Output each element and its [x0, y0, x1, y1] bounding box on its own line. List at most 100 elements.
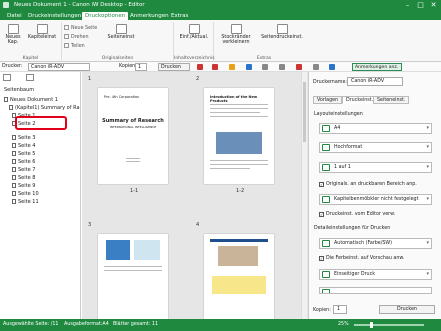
tree-page-10[interactable]: Seite 10 [12, 191, 39, 197]
chevron-down-icon: ▾ [426, 144, 429, 150]
chapter-settings-button[interactable]: Kapiteleinst [26, 24, 58, 40]
tree-page-9[interactable]: Seite 9 [12, 183, 35, 189]
show-annotations-button[interactable]: Anmerkungen anz. [352, 63, 402, 71]
fit-printable-area-checkbox[interactable]: ✓ Originals. an druckbaren Bereich anp. [319, 182, 417, 187]
split-button[interactable]: Teilen [64, 43, 85, 49]
window-title: Neues Dokument 1 - Canon iW Desktop - Ed… [14, 2, 145, 8]
new-chapter-button[interactable]: Neues Kap. [2, 24, 24, 45]
paste-icon[interactable] [279, 64, 285, 70]
tree-tab-icon[interactable] [3, 74, 11, 81]
tab-druckoptionen[interactable]: Druckoptionen [82, 12, 129, 20]
rotate-icon [64, 34, 69, 39]
nup-dropdown[interactable]: 1 auf 1 ▾ [319, 162, 432, 173]
toc-icon [188, 24, 200, 34]
folder-icon[interactable] [229, 64, 235, 70]
tree-page-4[interactable]: Seite 4 [12, 143, 35, 149]
tab-druckeinstellungen[interactable]: Druckeinstellungen [25, 12, 84, 20]
copy-icon[interactable] [262, 64, 268, 70]
tree-page-6[interactable]: Seite 6 [12, 159, 35, 165]
page-thumbnail-3[interactable] [98, 234, 168, 319]
zoom-slider-thumb[interactable] [370, 322, 373, 328]
checkbox-icon: ✓ [319, 212, 324, 217]
zoom-slider[interactable] [354, 324, 424, 326]
pin-icon[interactable] [26, 74, 34, 81]
close-button[interactable]: ✕ [427, 0, 440, 11]
rotate-button[interactable]: Drehen [64, 34, 89, 40]
zoom-icon[interactable] [313, 64, 319, 70]
tree-page-5[interactable]: Seite 5 [12, 151, 35, 157]
page-icon [12, 167, 16, 172]
new-page-button[interactable]: Neue Seite [64, 25, 97, 31]
preview-scrollbar[interactable] [301, 72, 307, 319]
checkbox-icon: ✓ [319, 182, 324, 187]
page-thumbnail-2[interactable]: Introduction of the New Products [204, 88, 274, 184]
tab-anmerkungen[interactable]: Anmerkungen [127, 12, 172, 20]
tree-page-8[interactable]: Seite 8 [12, 175, 35, 181]
chevron-down-icon: ▾ [426, 196, 429, 202]
print-button-panel[interactable]: Drucken [379, 305, 435, 314]
chart-image [134, 240, 160, 260]
delete-icon[interactable] [296, 64, 302, 70]
tab-druckeinst[interactable]: Druckeinst. [342, 96, 378, 104]
copies-input-panel[interactable]: 1 [333, 305, 347, 314]
map-image [106, 240, 130, 260]
group-number-4: 4 [196, 222, 200, 228]
tree-page-11[interactable]: Seite 11 [12, 199, 39, 205]
chevron-down-icon: ▾ [426, 125, 429, 131]
page-label-1-2: 1-2 [236, 188, 245, 194]
page-print-settings-button[interactable]: Seitendruckeinst. [260, 24, 304, 40]
group-kapitel: Neues Kap. Kapiteleinst Kapitel [0, 22, 62, 62]
shrink-margins-button[interactable]: Stockränder verkleinern [216, 24, 256, 45]
printer-name-select[interactable]: Canon iR-ADV [347, 77, 403, 86]
group-inhaltsverzeichnis: Einf./Aktual. Inhaltsverzeichnis [174, 22, 215, 62]
orientation-dropdown[interactable]: Hochformat ▾ [319, 142, 432, 153]
group-number-3: 3 [88, 222, 92, 228]
print-settings-panel: Druckername: Canon iR-ADV Vorlagen Druck… [308, 72, 441, 319]
binding-icon [322, 196, 330, 203]
paper-size-dropdown[interactable]: A4 ▾ [319, 123, 432, 134]
tree-document[interactable]: Neues Dokument 1 [4, 97, 58, 103]
print-button[interactable]: Drucken [158, 63, 190, 71]
redo-icon[interactable] [212, 64, 218, 70]
tab-seiteneinst[interactable]: Seiteneinst. [373, 96, 410, 104]
page-icon [12, 143, 16, 148]
page-thumbnail-1[interactable]: Pre. 4th Corporation Summary of Research… [98, 88, 168, 184]
scroll-thumb[interactable] [303, 82, 306, 142]
duplex-dropdown[interactable]: Einseitiger Druck ▾ [319, 269, 432, 280]
page-thumbnail-4[interactable] [204, 234, 274, 319]
view-icon[interactable] [329, 64, 335, 70]
tree-chapter[interactable]: (Kapitel1) Summary of Ra [9, 105, 80, 111]
new-chapter-icon [7, 24, 19, 34]
detail-section-label: Detaileinstellungen für Drucken [314, 226, 391, 231]
tab-datei[interactable]: Datei [4, 12, 25, 20]
settings-icon [322, 289, 330, 293]
page-settings-button[interactable]: Seiteneinst [104, 24, 138, 40]
apply-color-preview-checkbox[interactable]: ✓ Die Ferbeinst. auf Vorschau anw. [319, 256, 404, 261]
tree-page-3[interactable]: Seite 3 [12, 135, 35, 141]
nup-icon [322, 164, 330, 171]
group-label-kapitel: Kapitel [22, 56, 39, 61]
sheets-total-status: Blätter gesamt: 11 [113, 322, 159, 327]
chevron-down-icon: ▾ [426, 240, 429, 246]
tab-extras[interactable]: Extras [168, 12, 191, 20]
highlight-ring [15, 116, 67, 130]
portrait-icon [322, 144, 330, 151]
page-print-icon [276, 24, 288, 34]
undo-icon[interactable] [197, 64, 203, 70]
minimize-button[interactable]: – [401, 0, 414, 11]
status-bar: Ausgewählte Seite: /11 Ausgabeformat:A4 … [0, 319, 441, 331]
tab-vorlagen[interactable]: Vorlagen [313, 96, 343, 104]
maximize-button[interactable]: □ [414, 0, 427, 11]
use-editor-settings-checkbox[interactable]: ✓ Druckeinst. vom Editor verw. [319, 212, 395, 217]
layout-section-label: Layouteinstellungen [314, 112, 363, 117]
toc-insert-button[interactable]: Einf./Aktual. [176, 24, 212, 40]
page4-header-bar [210, 239, 268, 242]
simplex-icon [322, 271, 330, 278]
binding-dropdown[interactable]: Kapitelbenmöbkler nicht festgelegt ▾ [319, 194, 432, 205]
printer-select[interactable]: Canon iR-ADV [28, 63, 90, 71]
copies-input[interactable]: 1 [135, 63, 147, 71]
more-settings-dropdown[interactable] [319, 287, 432, 294]
tree-page-7[interactable]: Seite 7 [12, 167, 35, 173]
save-icon[interactable] [246, 64, 252, 70]
color-mode-dropdown[interactable]: Automatisch (Farbe/SW) ▾ [319, 238, 432, 249]
